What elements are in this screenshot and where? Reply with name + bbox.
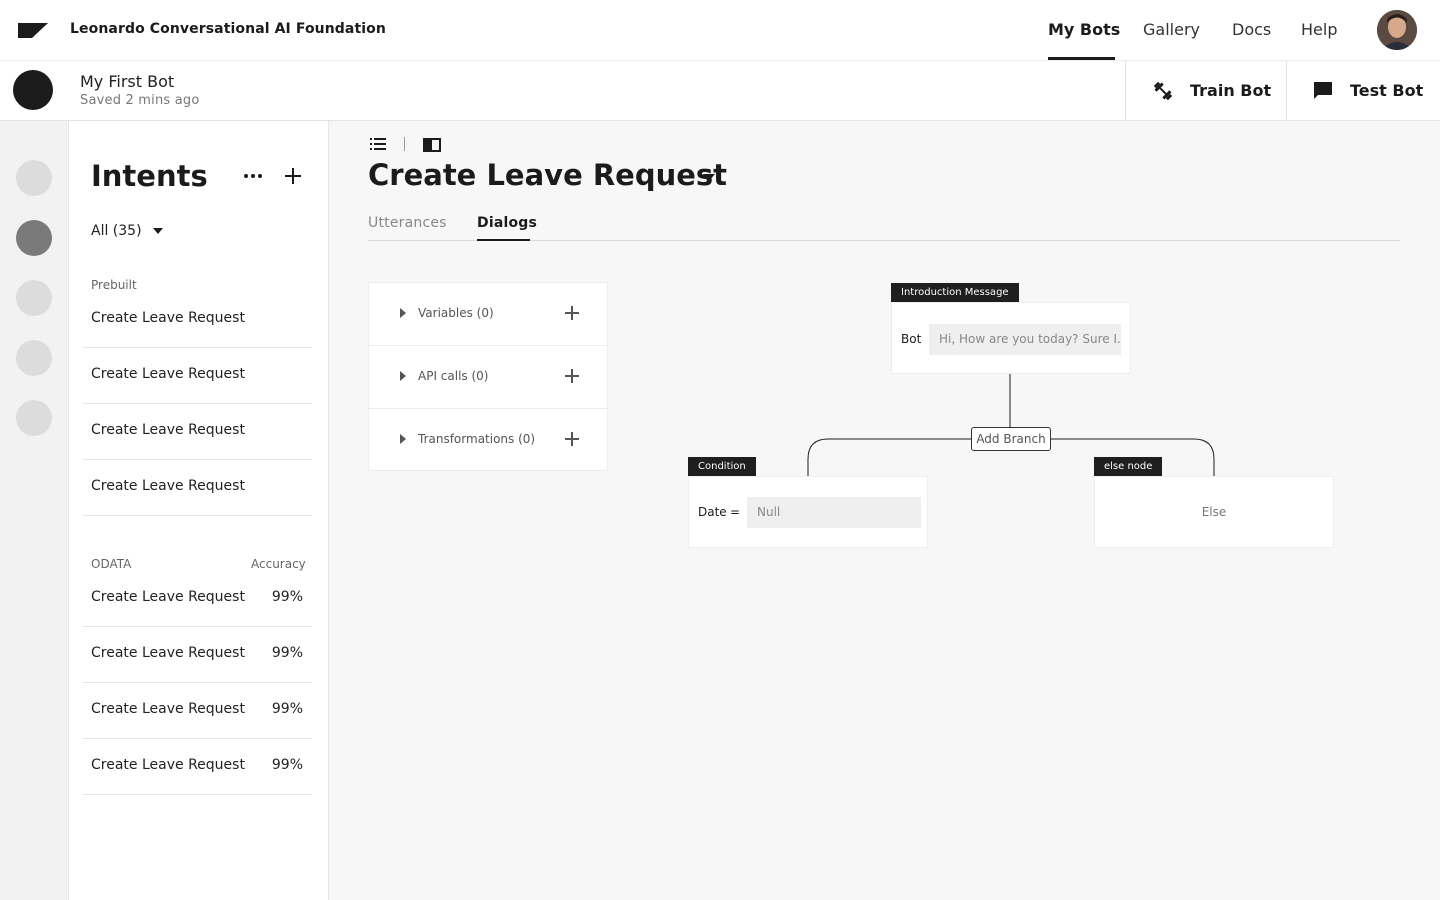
add-api-call-icon[interactable] <box>565 369 579 383</box>
list-item[interactable]: Create Leave Request 99% <box>83 627 312 683</box>
test-bot-label: Test Bot <box>1350 81 1424 100</box>
org-name: Leonardo Conversational AI Foundation <box>70 21 386 37</box>
dialog-properties-panel: Variables (0) API calls (0) Transformati… <box>368 282 608 471</box>
page-title: Create Leave Request <box>368 158 728 192</box>
intent-label: Create Leave Request <box>91 701 245 717</box>
accuracy-value: 99% <box>271 701 303 717</box>
bot-avatar[interactable] <box>13 70 53 110</box>
bot-header: My First Bot Saved 2 mins ago Train Bot … <box>0 61 1440 121</box>
accuracy-value: 99% <box>271 645 303 661</box>
intents-title: Intents <box>91 159 208 193</box>
variables-row[interactable]: Variables (0) <box>369 283 607 346</box>
chat-bubble-icon <box>1314 81 1332 99</box>
list-item[interactable]: Create Leave Request 99% <box>83 739 312 795</box>
condition-operator: = <box>730 505 741 519</box>
nav-help[interactable]: Help <box>1301 20 1337 39</box>
bot-name[interactable]: My First Bot <box>80 72 174 91</box>
api-calls-label: API calls (0) <box>418 369 489 383</box>
chevron-down-icon <box>152 228 163 234</box>
else-node-tag: else node <box>1094 457 1163 476</box>
user-avatar-icon <box>1377 10 1417 50</box>
rail-item-3[interactable] <box>16 280 52 316</box>
intent-label: Create Leave Request <box>91 589 245 605</box>
train-bot-button[interactable]: Train Bot <box>1125 61 1286 120</box>
variables-label: Variables (0) <box>418 306 494 320</box>
top-navigation: Leonardo Conversational AI Foundation My… <box>0 0 1440 61</box>
tab-active-indicator <box>477 239 530 241</box>
list-view-icon[interactable] <box>370 138 386 150</box>
transformations-label: Transformations (0) <box>418 432 536 446</box>
rail-item-5[interactable] <box>16 400 52 436</box>
condition-tag: Condition <box>688 457 756 476</box>
foundation-logo-icon[interactable] <box>18 23 48 38</box>
more-options-icon[interactable] <box>243 173 263 179</box>
intents-panel: Intents All (35) Prebuilt Create Leave R… <box>69 121 329 900</box>
nav-gallery[interactable]: Gallery <box>1143 20 1200 39</box>
add-branch-button[interactable]: Add Branch <box>971 427 1051 451</box>
accuracy-value: 99% <box>271 757 303 773</box>
intent-label: Create Leave Request <box>91 310 245 326</box>
transformations-row[interactable]: Transformations (0) <box>369 409 607 472</box>
else-node-label: Else <box>1201 505 1227 519</box>
chevron-right-icon <box>400 371 406 381</box>
split-panel-icon[interactable] <box>423 138 441 152</box>
condition-value-field[interactable]: Null <box>747 497 921 528</box>
accuracy-column-label: Accuracy <box>251 557 306 571</box>
condition-node[interactable]: Date = Null <box>688 476 928 548</box>
prebuilt-section-label: Prebuilt <box>91 278 137 292</box>
rail-item-4[interactable] <box>16 340 52 376</box>
add-transformation-icon[interactable] <box>565 432 579 446</box>
test-bot-button[interactable]: Test Bot <box>1286 61 1440 120</box>
chevron-right-icon <box>400 434 406 444</box>
accuracy-value: 99% <box>271 589 303 605</box>
intent-filter-value: All (35) <box>91 223 142 239</box>
intent-filter-dropdown[interactable]: All (35) <box>91 223 163 239</box>
api-calls-row[interactable]: API calls (0) <box>369 346 607 409</box>
tab-utterances[interactable]: Utterances <box>368 215 447 231</box>
condition-variable-label: Date <box>698 505 727 519</box>
intent-label: Create Leave Request <box>91 478 245 494</box>
intent-label: Create Leave Request <box>91 422 245 438</box>
user-avatar[interactable] <box>1377 10 1417 50</box>
left-rail <box>0 121 69 900</box>
add-variable-icon[interactable] <box>565 306 579 320</box>
list-item[interactable]: Create Leave Request 99% <box>83 683 312 739</box>
list-item[interactable]: Create Leave Request <box>83 292 312 348</box>
chevron-down-icon[interactable] <box>703 174 715 181</box>
odata-section-label: ODATA <box>91 557 132 571</box>
intent-label: Create Leave Request <box>91 366 245 382</box>
rail-item-2[interactable] <box>16 220 52 256</box>
chevron-right-icon <box>400 308 406 318</box>
nav-my-bots[interactable]: My Bots <box>1048 20 1120 39</box>
nav-active-indicator <box>1048 57 1115 60</box>
list-item[interactable]: Create Leave Request <box>83 404 312 460</box>
list-item[interactable]: Create Leave Request 99% <box>83 571 312 627</box>
intent-label: Create Leave Request <box>91 645 245 661</box>
save-status: Saved 2 mins ago <box>80 93 200 108</box>
nav-docs[interactable]: Docs <box>1232 20 1271 39</box>
intro-speaker-label: Bot <box>901 332 922 346</box>
intro-message-node[interactable]: Bot Hi, How are you today? Sure I... <box>891 302 1131 374</box>
fitness-dumbbell-icon <box>1153 81 1173 100</box>
rail-item-1[interactable] <box>16 160 52 196</box>
train-bot-label: Train Bot <box>1190 81 1272 100</box>
intro-message-tag: Introduction Message <box>891 283 1019 302</box>
list-item[interactable]: Create Leave Request <box>83 348 312 404</box>
add-intent-icon[interactable] <box>285 168 301 184</box>
toolbar-divider <box>404 137 405 151</box>
tab-dialogs[interactable]: Dialogs <box>477 215 537 231</box>
intro-message-field[interactable]: Hi, How are you today? Sure I... <box>929 324 1121 355</box>
intent-label: Create Leave Request <box>91 757 245 773</box>
list-item[interactable]: Create Leave Request <box>83 460 312 516</box>
